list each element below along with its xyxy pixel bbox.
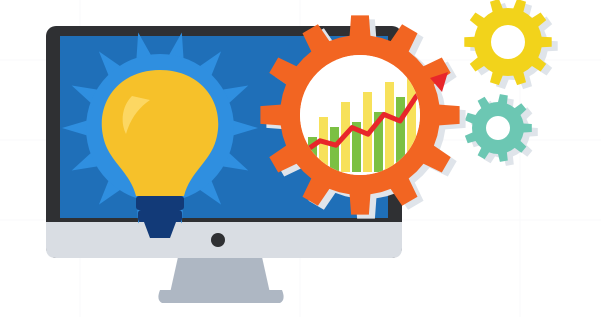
monitor-stand-neck — [170, 257, 270, 293]
illustration-canvas — [0, 0, 601, 317]
monitor-power-button — [211, 233, 225, 247]
gear-hole — [491, 25, 525, 59]
yellow-gear-icon — [464, 0, 558, 90]
lightbulb-base-ring — [138, 210, 182, 222]
chart-bar — [330, 127, 339, 172]
lightbulb-base — [136, 196, 184, 210]
teal-gear-icon — [464, 94, 538, 166]
monitor-stand-base — [158, 290, 284, 303]
gear-hole — [486, 116, 510, 140]
chart-bar — [385, 82, 394, 172]
